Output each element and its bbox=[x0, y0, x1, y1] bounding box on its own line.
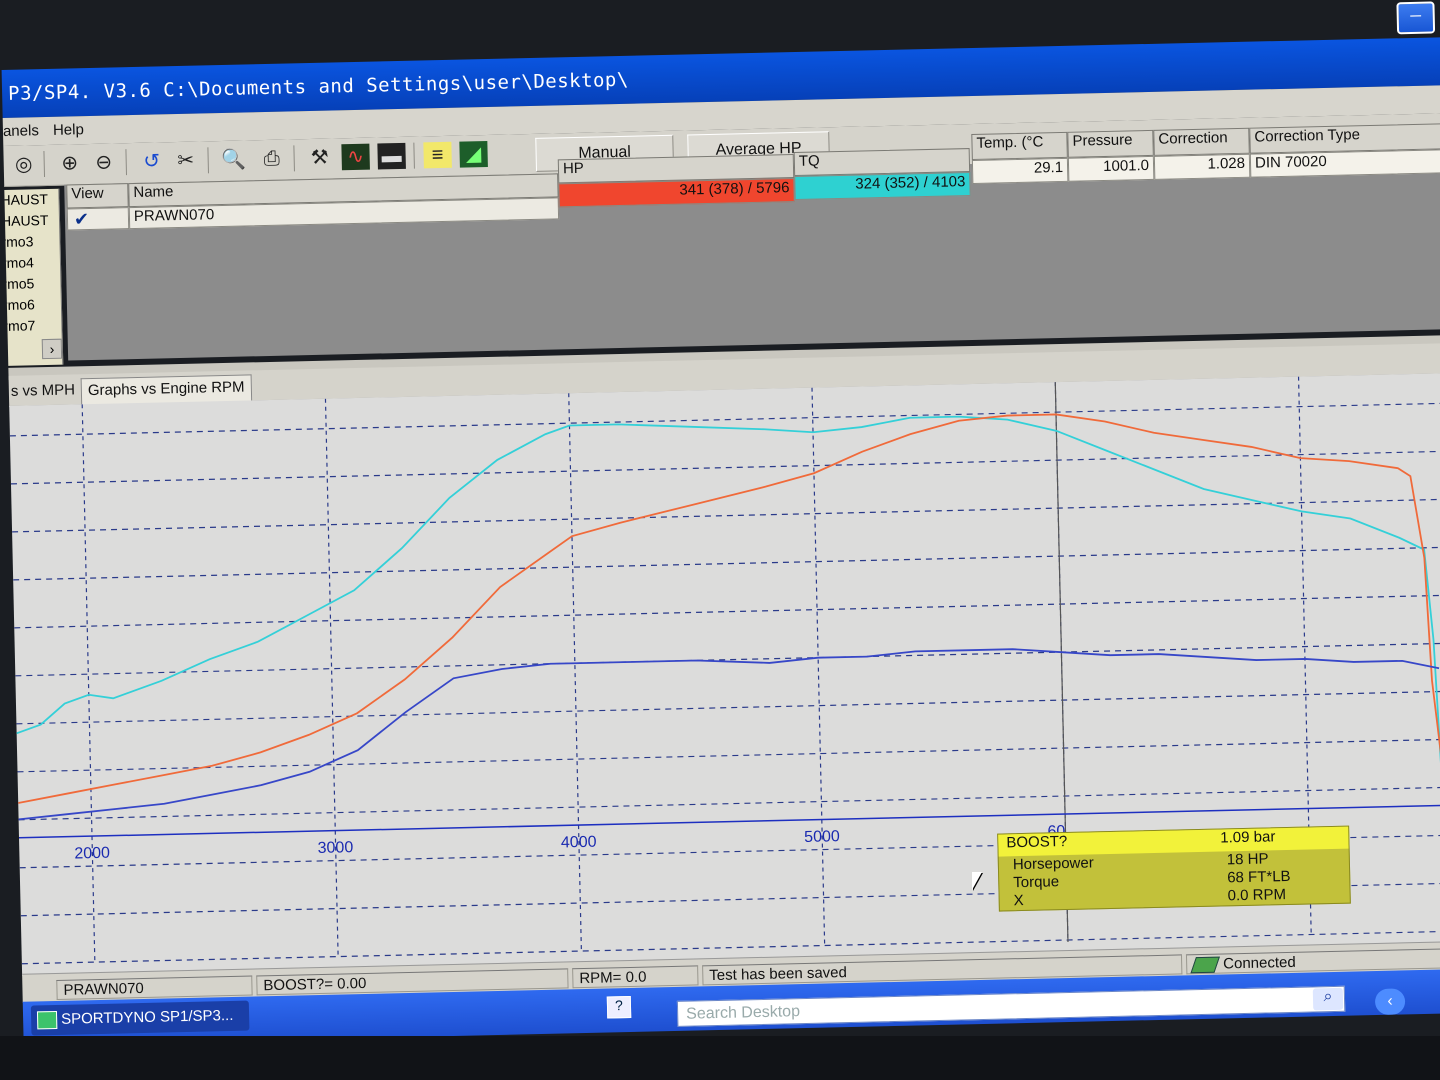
desktop-search-input[interactable]: Search Desktop bbox=[676, 985, 1346, 1027]
zoom-out-icon[interactable]: ⊖ bbox=[89, 149, 118, 176]
tooltip-value: 0.0 RPM bbox=[1227, 886, 1287, 905]
help-icon[interactable]: ? bbox=[606, 995, 632, 1019]
list-item[interactable]: HAUST bbox=[4, 189, 58, 211]
x-tick-label: 4000 bbox=[561, 834, 597, 852]
menu-help[interactable]: Help bbox=[53, 121, 84, 139]
toolbar-separator bbox=[293, 145, 295, 172]
toolbar-separator bbox=[413, 142, 415, 169]
grid-line-h bbox=[16, 690, 1440, 725]
header-temp[interactable]: Temp. (°C bbox=[971, 131, 1068, 160]
search-icon[interactable]: ⌕ bbox=[1312, 987, 1344, 1011]
tools-icon[interactable]: ⚒ bbox=[305, 144, 334, 171]
x-tick-label: 3000 bbox=[317, 839, 353, 857]
toolbar-separator bbox=[125, 149, 128, 176]
zoom-in-icon[interactable]: ⊕ bbox=[55, 150, 84, 177]
grid-line-v bbox=[81, 404, 96, 965]
header-view[interactable]: View bbox=[66, 183, 129, 209]
list-item[interactable]: rmo4 bbox=[4, 252, 60, 274]
grid-line-h bbox=[14, 594, 1440, 629]
grid-line-h bbox=[12, 498, 1440, 533]
tooltip-label: BOOST? bbox=[1006, 833, 1068, 852]
grid-line-h bbox=[10, 450, 1440, 485]
correction-value: 1.028 bbox=[1153, 153, 1251, 180]
graph-icon[interactable]: ∿ bbox=[341, 143, 370, 171]
grid-line-v bbox=[568, 393, 583, 954]
ramp-icon[interactable]: ◢ bbox=[459, 140, 488, 168]
notes-icon[interactable]: ≡ bbox=[423, 141, 452, 169]
list-item[interactable]: rmo5 bbox=[4, 273, 60, 295]
tooltip-value: 1.09 bar bbox=[1220, 828, 1276, 847]
tooltip-label: Torque bbox=[1013, 873, 1060, 892]
dyno-icon[interactable]: ◎ bbox=[9, 151, 38, 178]
results-table: View Name HP TQ Temp. (°C Pressure Corre… bbox=[64, 122, 1440, 361]
correction-type-value: DIN 70020 bbox=[1249, 148, 1440, 178]
print-icon[interactable]: ⎙ bbox=[257, 146, 286, 173]
temp-value: 29.1 bbox=[971, 157, 1069, 184]
minimize-button[interactable]: – bbox=[1396, 1, 1436, 35]
toolbar-separator bbox=[207, 147, 209, 174]
grid-line-v bbox=[324, 398, 339, 959]
grid-line-h bbox=[13, 546, 1440, 581]
view-checkbox[interactable]: ✔ bbox=[66, 207, 130, 231]
back-arrow-icon[interactable]: ‹ bbox=[1374, 988, 1406, 1016]
header-correction[interactable]: Correction bbox=[1153, 127, 1250, 156]
dyno-screen: P3/SP4. V3.6 C:\Documents and Settings\u… bbox=[0, 0, 1440, 1046]
hp-value: 341 (378) / 5796 bbox=[558, 178, 795, 208]
app-icon bbox=[36, 1010, 58, 1030]
print-preview-icon[interactable]: 🔍 bbox=[219, 146, 248, 173]
series-line-0 bbox=[16, 415, 1440, 771]
tooltip-label: Horsepower bbox=[1012, 854, 1094, 874]
runs-list[interactable]: HAUST HAUST rmo3 rmo4 rmo5 rmo6 rmo7 › bbox=[4, 188, 64, 366]
menu-panels[interactable]: anels bbox=[3, 122, 39, 140]
tq-value: 324 (352) / 4103 bbox=[794, 172, 971, 201]
connection-icon bbox=[1190, 956, 1220, 974]
cut-icon[interactable]: ✂ bbox=[171, 148, 200, 175]
scroll-right-icon[interactable]: › bbox=[41, 338, 63, 360]
grid-line-h bbox=[9, 402, 1440, 437]
list-item[interactable]: rmo7 bbox=[4, 315, 61, 337]
list-item[interactable]: HAUST bbox=[4, 210, 59, 232]
toolbar-separator bbox=[43, 151, 46, 178]
list-item[interactable]: rmo3 bbox=[4, 231, 59, 253]
mouse-cursor-icon bbox=[972, 872, 982, 890]
x-tick-label: 2000 bbox=[74, 845, 110, 863]
monitor-bezel bbox=[0, 1036, 1440, 1080]
connection-label: Connected bbox=[1222, 953, 1296, 973]
series-line-1 bbox=[18, 413, 1440, 804]
header-pressure[interactable]: Pressure bbox=[1067, 129, 1154, 158]
window-icon[interactable]: ▬ bbox=[377, 142, 406, 170]
window-title: P3/SP4. V3.6 C:\Documents and Settings\u… bbox=[7, 68, 630, 105]
grid-line-h bbox=[15, 642, 1440, 677]
tab-graphs-vs-mph[interactable]: s vs MPH bbox=[5, 378, 82, 406]
grid-line-h bbox=[17, 738, 1440, 773]
list-item[interactable]: rmo6 bbox=[4, 294, 61, 316]
tooltip-label: X bbox=[1013, 892, 1024, 910]
series-line-2 bbox=[18, 648, 1440, 821]
tooltip-value: 68 FT*LB bbox=[1227, 867, 1291, 887]
taskbar-app-button[interactable]: SPORTDYNO SP1/SP3... bbox=[30, 1000, 250, 1036]
tooltip-value: 18 HP bbox=[1226, 850, 1269, 869]
pressure-value: 1001.0 bbox=[1067, 155, 1155, 182]
status-rpm: RPM= 0.0 bbox=[572, 965, 699, 989]
undo-icon[interactable]: ↺ bbox=[137, 148, 166, 175]
x-tick-label: 5000 bbox=[804, 828, 840, 846]
taskbar-app-label: SPORTDYNO SP1/SP3... bbox=[60, 1006, 234, 1028]
value-tooltip: BOOST? 1.09 bar Horsepower 18 HP Torque … bbox=[997, 825, 1351, 912]
